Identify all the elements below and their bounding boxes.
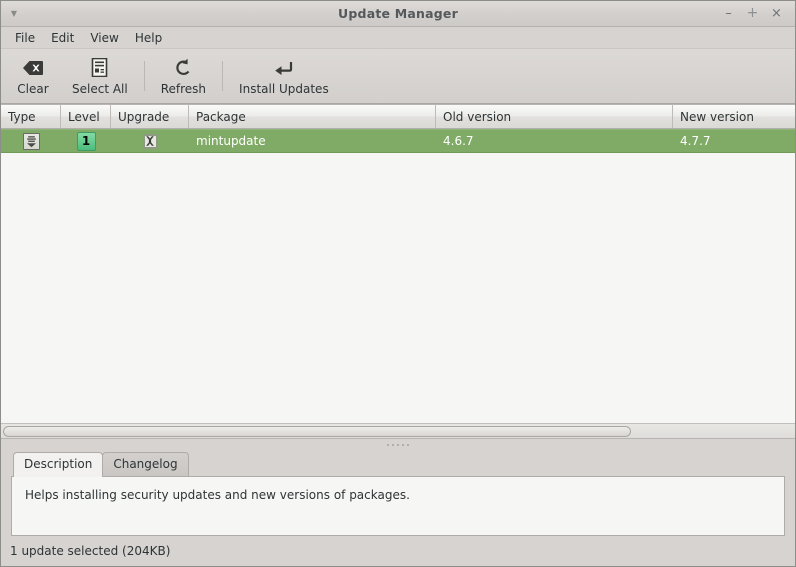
menu-item-file[interactable]: File — [7, 29, 43, 47]
column-header-upgrade[interactable]: Upgrade — [111, 105, 189, 128]
grip-dots-icon — [387, 444, 409, 446]
refresh-button[interactable]: Refresh — [150, 52, 217, 100]
column-header-package[interactable]: Package — [189, 105, 436, 128]
window-controls: – + × — [722, 6, 783, 20]
menu-item-edit[interactable]: Edit — [43, 29, 82, 47]
package-download-icon — [22, 132, 40, 150]
select-all-list-icon — [91, 57, 108, 79]
updates-table: Type Level Upgrade Package Old version N… — [1, 104, 795, 439]
clear-button[interactable]: Clear — [5, 52, 61, 100]
table-header-row: Type Level Upgrade Package Old version N… — [1, 105, 795, 129]
status-bar-text: 1 update selected (204KB) — [10, 544, 171, 558]
window-menu-triangle-down-icon[interactable]: ▼ — [5, 9, 23, 18]
level-badge: 1 — [76, 131, 96, 151]
install-updates-button-label: Install Updates — [239, 81, 329, 96]
cell-type — [1, 130, 61, 152]
detail-pane: Description Changelog Helps installing s… — [1, 451, 795, 536]
tab-description[interactable]: Description — [13, 452, 104, 477]
menu-item-view[interactable]: View — [82, 29, 126, 47]
cell-level: 1 — [61, 130, 111, 152]
column-header-level[interactable]: Level — [61, 105, 111, 128]
toolbar-separator-2 — [222, 61, 224, 91]
tab-strip: Description Changelog — [11, 451, 785, 477]
horizontal-scrollbar-thumb[interactable] — [3, 425, 632, 437]
pane-splitter[interactable] — [1, 439, 795, 451]
tab-changelog[interactable]: Changelog — [102, 452, 189, 476]
select-all-button-label: Select All — [72, 81, 128, 96]
description-text: Helps installing security updates and ne… — [25, 488, 410, 502]
refresh-arrow-icon — [174, 57, 193, 79]
cell-old-version: 4.6.7 — [443, 134, 474, 148]
description-panel: Helps installing security updates and ne… — [11, 476, 785, 536]
backspace-clear-icon — [22, 57, 44, 79]
cell-upgrade[interactable] — [111, 130, 189, 152]
select-all-button[interactable]: Select All — [61, 52, 139, 100]
install-updates-button[interactable]: Install Updates — [228, 52, 340, 100]
close-icon[interactable]: × — [770, 7, 783, 20]
cell-package: mintupdate — [196, 134, 266, 148]
toolbar-separator — [143, 61, 145, 91]
horizontal-scrollbar[interactable] — [1, 423, 795, 438]
cell-new-version: 4.7.7 — [680, 134, 711, 148]
status-bar: 1 update selected (204KB) — [1, 536, 795, 566]
table-body: 1 mintupdate 4.6.7 4.7.7 — [1, 129, 795, 423]
column-header-old-version[interactable]: Old version — [436, 105, 673, 128]
clear-button-label: Clear — [17, 81, 49, 96]
table-row[interactable]: 1 mintupdate 4.6.7 4.7.7 — [1, 129, 795, 153]
maximize-icon[interactable]: + — [746, 6, 759, 20]
title-bar: ▼ Update Manager – + × — [1, 1, 795, 27]
menu-bar: File Edit View Help — [1, 27, 795, 49]
toolbar: Clear Select All Refresh Install Updates — [1, 49, 795, 104]
refresh-button-label: Refresh — [160, 81, 207, 96]
enter-return-arrow-icon — [274, 57, 294, 79]
column-header-new-version[interactable]: New version — [673, 105, 795, 128]
minimize-icon[interactable]: – — [722, 7, 735, 20]
update-manager-window: ▼ Update Manager – + × File Edit View He… — [0, 0, 796, 567]
menu-item-help[interactable]: Help — [127, 29, 170, 47]
column-header-type[interactable]: Type — [1, 105, 61, 128]
window-title: Update Manager — [338, 6, 458, 21]
checkbox-checked-icon[interactable] — [142, 133, 158, 149]
